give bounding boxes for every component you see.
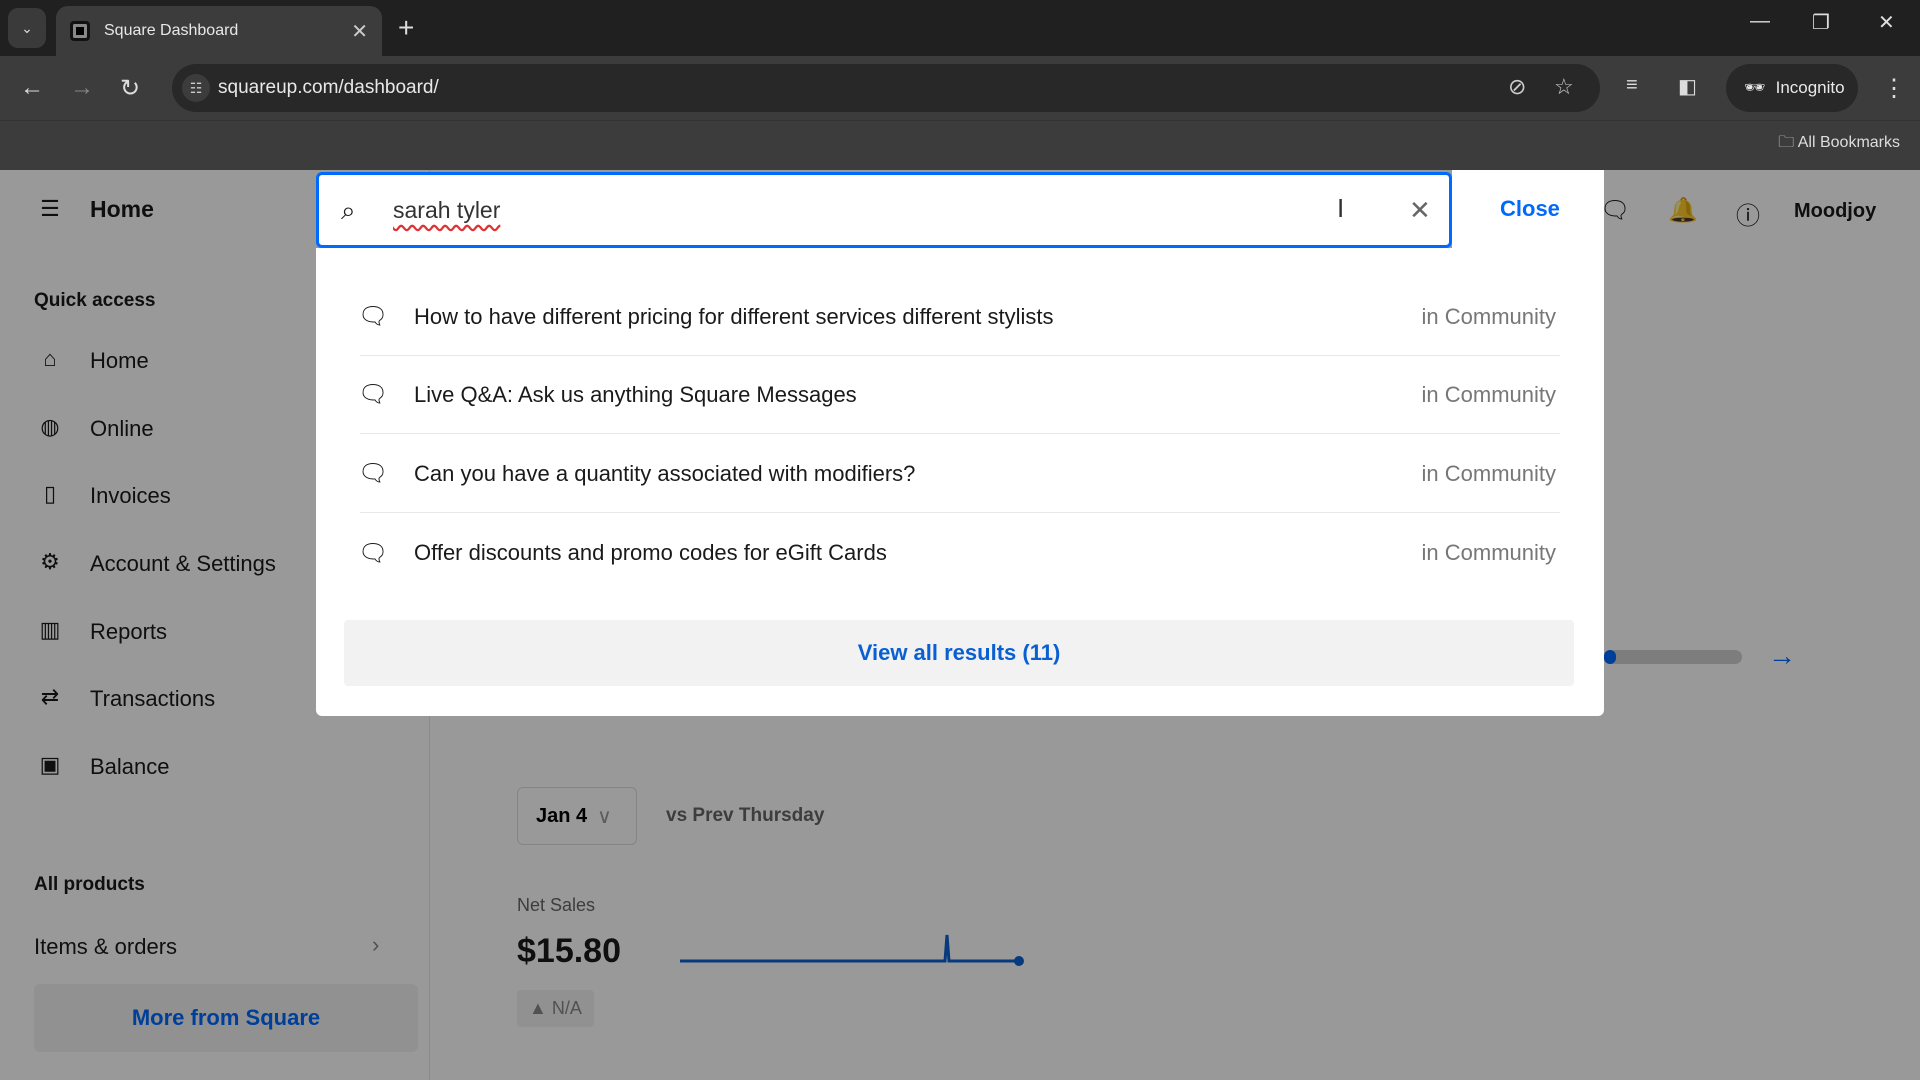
address-bar[interactable]: ☷ squareup.com/dashboard/ ⊘ ☆ bbox=[172, 64, 1600, 112]
result-title: How to have different pricing for differ… bbox=[414, 303, 1054, 329]
window-close-button[interactable]: ✕ bbox=[1878, 10, 1895, 35]
search-results-panel: 🗨 How to have different pricing for diffe… bbox=[316, 248, 1604, 716]
community-chat-icon: 🗨 bbox=[358, 539, 389, 567]
text-cursor-icon: I bbox=[1337, 193, 1345, 223]
tab-search-button[interactable]: ⌄ bbox=[8, 8, 46, 48]
all-bookmarks-label: All Bookmarks bbox=[1797, 134, 1900, 151]
community-chat-icon: 🗨 bbox=[358, 381, 389, 408]
browser-tab-strip: ⌄ Square Dashboard ✕ + — ❐ ✕ bbox=[0, 0, 1920, 56]
tab-title: Square Dashboard bbox=[104, 22, 239, 39]
site-settings-icon[interactable]: ☷ bbox=[182, 74, 210, 102]
bookmarks-bar: 🗀 All Bookmarks bbox=[0, 120, 1920, 170]
close-tab-icon[interactable]: ✕ bbox=[351, 19, 368, 44]
forward-icon[interactable]: → bbox=[70, 74, 94, 102]
media-icon[interactable]: ≡ bbox=[1626, 74, 1638, 97]
square-favicon-icon bbox=[70, 21, 90, 41]
result-source: in Community bbox=[1421, 303, 1556, 329]
view-all-results-button[interactable]: View all results (11) bbox=[344, 620, 1574, 686]
search-result[interactable]: 🗨 Can you have a quantity associated with… bbox=[358, 435, 1560, 513]
community-chat-icon: 🗨 bbox=[358, 460, 389, 487]
result-source: in Community bbox=[1421, 381, 1556, 407]
incognito-label: Incognito bbox=[1775, 78, 1845, 97]
incognito-badge[interactable]: 🕶 Incognito bbox=[1726, 64, 1858, 112]
browser-toolbar: ← → ↻ ☷ squareup.com/dashboard/ ⊘ ☆ ≡ ◧ … bbox=[0, 56, 1920, 120]
minimize-button[interactable]: — bbox=[1750, 10, 1770, 33]
result-source: in Community bbox=[1421, 540, 1556, 565]
result-title: Live Q&A: Ask us anything Square Message… bbox=[414, 381, 857, 407]
star-icon[interactable]: ☆ bbox=[1554, 74, 1574, 100]
all-bookmarks-button[interactable]: 🗀 All Bookmarks bbox=[1778, 131, 1900, 158]
new-tab-button[interactable]: + bbox=[398, 12, 414, 44]
browser-tab[interactable]: Square Dashboard ✕ bbox=[56, 6, 382, 56]
url-text: squareup.com/dashboard/ bbox=[218, 77, 439, 98]
eye-off-icon[interactable]: ⊘ bbox=[1508, 74, 1526, 100]
incognito-icon: 🕶 bbox=[1744, 78, 1766, 97]
result-title: Can you have a quantity associated with … bbox=[414, 460, 916, 486]
reload-icon[interactable]: ↻ bbox=[120, 74, 140, 103]
search-icon: ⌕ bbox=[341, 195, 356, 225]
side-panel-icon[interactable]: ◧ bbox=[1678, 74, 1697, 99]
search-result[interactable]: 🗨 How to have different pricing for diffe… bbox=[358, 278, 1560, 356]
restore-button[interactable]: ❐ bbox=[1812, 10, 1830, 35]
menu-icon[interactable]: ⋮ bbox=[1882, 74, 1906, 103]
clear-search-icon[interactable]: ✕ bbox=[1409, 195, 1431, 226]
close-search-button[interactable]: Close bbox=[1500, 196, 1560, 222]
search-result[interactable]: 🗨 Live Q&A: Ask us anything Square Messag… bbox=[358, 356, 1560, 434]
result-source: in Community bbox=[1421, 460, 1556, 486]
back-icon[interactable]: ← bbox=[20, 74, 44, 102]
community-chat-icon: 🗨 bbox=[358, 303, 389, 330]
result-title: Offer discounts and promo codes for eGif… bbox=[414, 540, 887, 565]
search-result[interactable]: 🗨 Offer discounts and promo codes for eGi… bbox=[358, 514, 1560, 592]
search-input[interactable]: ⌕ sarah tyler I ✕ bbox=[316, 172, 1452, 248]
search-query: sarah tyler bbox=[393, 197, 501, 223]
